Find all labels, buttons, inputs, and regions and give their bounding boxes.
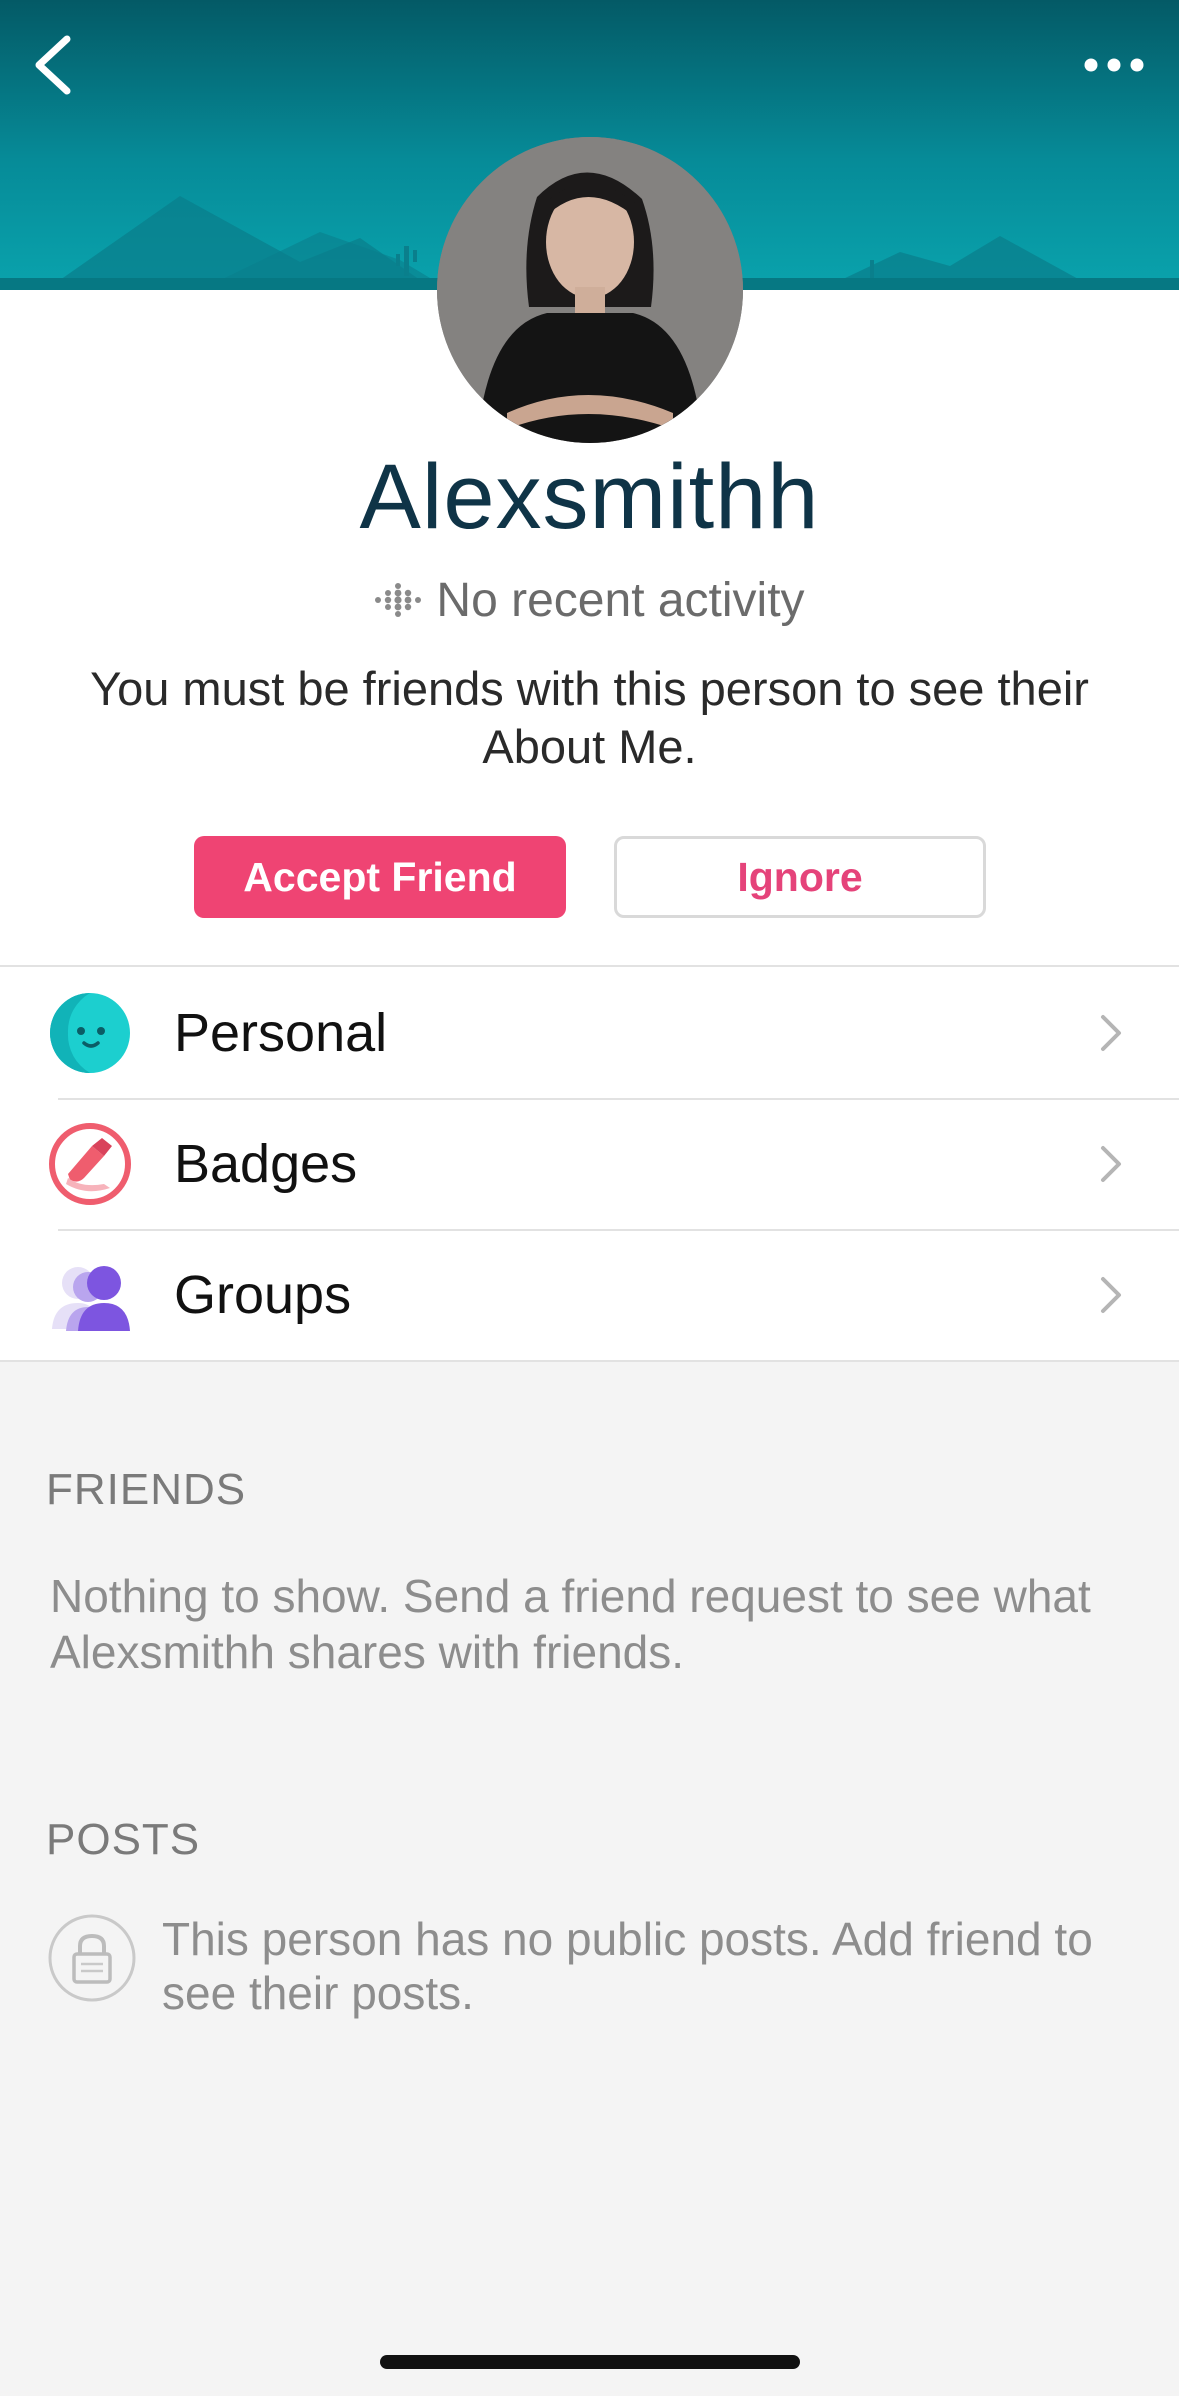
- smiley-face-icon: [50, 993, 130, 1073]
- posts-section-title: POSTS: [46, 1815, 201, 1864]
- people-group-icon: [52, 1266, 130, 1331]
- chevron-right-icon: [1101, 1015, 1121, 1051]
- accept-friend-button[interactable]: Accept Friend: [194, 836, 566, 918]
- menu-item-badges[interactable]: Badges: [0, 1098, 1179, 1229]
- home-indicator[interactable]: [380, 2355, 800, 2369]
- chevron-right-icon: [1101, 1277, 1121, 1313]
- chevron-right-icon: [1101, 1146, 1121, 1182]
- fitbit-dots-icon: [375, 583, 422, 617]
- menu-item-label: Personal: [174, 1002, 388, 1063]
- more-options-button[interactable]: [1069, 40, 1159, 90]
- back-button[interactable]: [18, 30, 88, 100]
- profile-menu-list: Personal Badges Groups: [0, 965, 1179, 1362]
- profile-photo-icon: [437, 137, 743, 443]
- chevron-left-icon: [35, 35, 71, 95]
- friends-section-title: FRIENDS: [46, 1465, 247, 1514]
- activity-text: No recent activity: [436, 573, 805, 627]
- shoe-badge-icon: [49, 1123, 131, 1205]
- ignore-button[interactable]: Ignore: [614, 836, 986, 918]
- profile-username: Alexsmithh: [359, 446, 820, 548]
- menu-item-label: Groups: [174, 1264, 352, 1325]
- about-me-message: You must be friends with this person to …: [90, 662, 1089, 773]
- friends-section-message: Nothing to show. Send a friend request t…: [50, 1570, 1091, 1678]
- lock-icon: [48, 1914, 136, 2002]
- menu-item-groups[interactable]: Groups: [0, 1229, 1179, 1360]
- menu-item-personal[interactable]: Personal: [0, 967, 1179, 1098]
- activity-status: No recent activity: [0, 570, 1179, 630]
- menu-item-label: Badges: [174, 1133, 358, 1194]
- more-dots-icon: [1084, 58, 1144, 72]
- posts-section-message: This person has no public posts. Add fri…: [162, 1913, 1093, 2019]
- avatar: [437, 137, 743, 443]
